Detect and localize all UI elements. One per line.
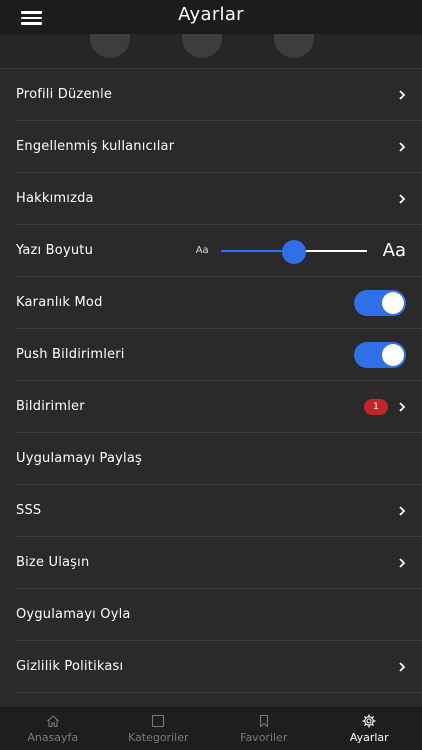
settings-row-label: Engellenmiş kullanıcılar: [16, 139, 175, 154]
font-size-large-label: Aa: [382, 240, 406, 261]
settings-row-dark-mode: Karanlık Mod: [16, 277, 422, 329]
chevron-right-icon: [399, 141, 406, 152]
settings-row-label: Karanlık Mod: [16, 295, 103, 310]
bottom-tab-bar: Anasayfa Kategoriler Favoriler Ayarlar: [0, 707, 422, 750]
tab-settings[interactable]: Ayarlar: [317, 707, 422, 750]
settings-row-profile[interactable]: Profili Düzenle: [16, 69, 422, 121]
gear-icon: [362, 714, 376, 728]
dark-mode-toggle[interactable]: [354, 289, 406, 316]
tab-label: Kategoriler: [128, 731, 189, 744]
chevron-right-icon: [399, 193, 406, 204]
slider-thumb[interactable]: [281, 239, 306, 264]
settings-row-faq[interactable]: SSS: [16, 485, 422, 537]
settings-row-label: Uygulamayı Paylaş: [16, 451, 143, 466]
settings-row-privacy[interactable]: Gizlilik Politikası: [16, 641, 422, 693]
settings-row-label: SSS: [16, 503, 42, 518]
avatar: [90, 34, 130, 58]
avatar: [182, 34, 222, 58]
font-size-small-label: Aa: [195, 245, 209, 256]
bookmark-icon: [259, 714, 268, 728]
settings-row-share-app[interactable]: Uygulamayı Paylaş: [16, 433, 422, 485]
settings-row-about[interactable]: Hakkımızda: [16, 173, 422, 225]
profile-band: [0, 34, 422, 69]
settings-row-push-notifications: Push Bildirimleri: [16, 329, 422, 381]
settings-row-label: Push Bildirimleri: [16, 347, 125, 362]
settings-row-label: Profili Düzenle: [16, 87, 113, 102]
font-size-slider[interactable]: [220, 239, 367, 264]
tab-home[interactable]: Anasayfa: [0, 707, 106, 750]
settings-list: Profili Düzenle Engellenmiş kullanıcılar…: [0, 69, 422, 693]
settings-row-label: Bize Ulaşın: [16, 555, 90, 570]
home-icon: [46, 715, 59, 728]
tab-label: Ayarlar: [349, 731, 389, 744]
tab-label: Anasayfa: [27, 731, 79, 744]
settings-row-label: Gizlilik Politikası: [16, 659, 124, 674]
settings-row-label: Bildirimler: [16, 399, 85, 414]
page-title: Ayarlar: [178, 4, 244, 25]
settings-row-notifications[interactable]: Bildirimler 1: [16, 381, 422, 433]
tab-categories[interactable]: Kategoriler: [106, 707, 212, 750]
settings-row-rate-app[interactable]: Oygulamayı Oyla: [16, 589, 422, 641]
square-icon: [152, 714, 165, 728]
tab-label: Favoriler: [240, 731, 288, 744]
avatar: [274, 34, 314, 58]
chevron-right-icon: [399, 89, 406, 100]
chevron-right-icon: [399, 505, 406, 516]
notification-count-badge: 1: [364, 398, 388, 415]
tab-favorites[interactable]: Favoriler: [211, 707, 317, 750]
push-notifications-toggle[interactable]: [354, 341, 406, 368]
settings-row-label: Oygulamayı Oyla: [16, 607, 131, 622]
settings-row-label: Hakkımızda: [16, 191, 94, 206]
top-bar: Ayarlar: [0, 0, 422, 34]
settings-row-font-size: Yazı Boyutu Aa Aa: [16, 225, 422, 277]
chevron-right-icon: [399, 401, 406, 412]
settings-row-blocked-users[interactable]: Engellenmiş kullanıcılar: [16, 121, 422, 173]
chevron-right-icon: [399, 661, 406, 672]
settings-row-contact[interactable]: Bize Ulaşın: [16, 537, 422, 589]
settings-row-label: Yazı Boyutu: [16, 243, 94, 258]
chevron-right-icon: [399, 557, 406, 568]
